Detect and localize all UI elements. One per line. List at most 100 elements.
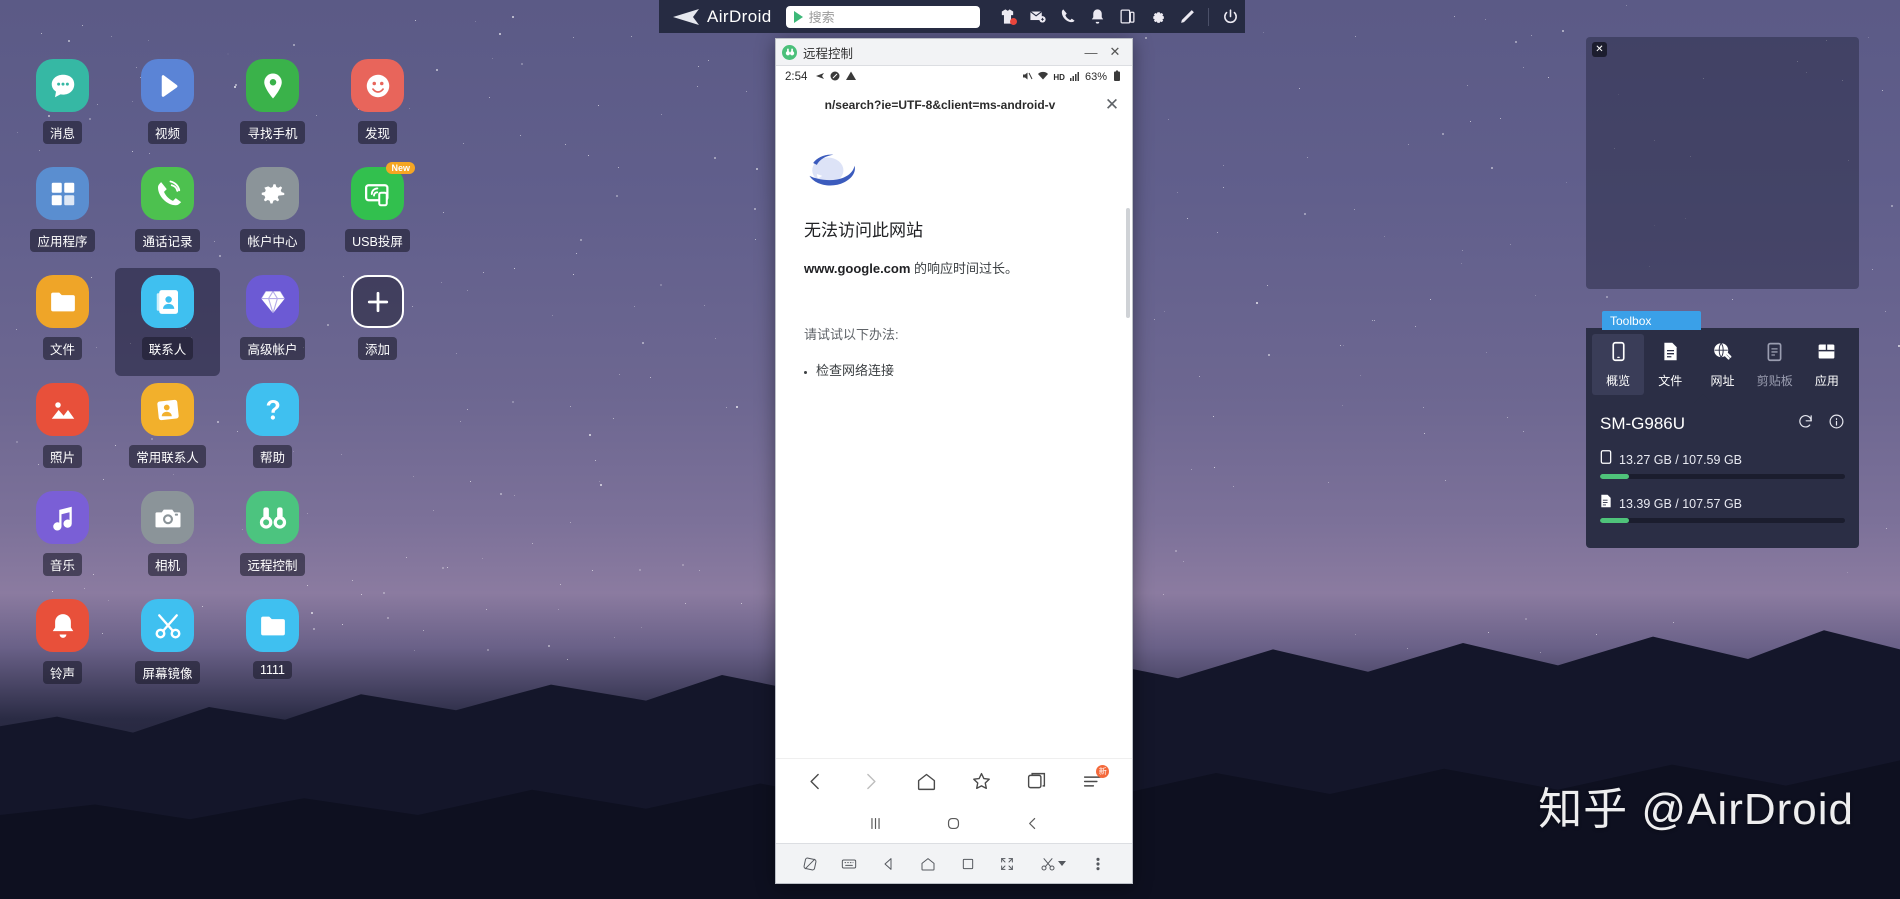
desktop-app-label: 联系人: [142, 337, 194, 360]
phone-outline-icon: [1608, 341, 1629, 367]
desktop-app-7[interactable]: New USB投屏: [325, 160, 430, 268]
location-pin-icon: [246, 59, 299, 112]
menu-icon[interactable]: 新: [1075, 764, 1109, 798]
mail-icon[interactable]: [1022, 0, 1052, 33]
forward-icon[interactable]: [854, 764, 888, 798]
bookmark-icon[interactable]: [965, 764, 999, 798]
desktop-app-1[interactable]: 视频: [115, 52, 220, 160]
photo-icon: [36, 383, 89, 436]
tabs-icon[interactable]: [1020, 764, 1054, 798]
scissors-icon[interactable]: [1034, 851, 1072, 877]
rotate-icon[interactable]: [797, 851, 823, 877]
divider: [1208, 8, 1209, 26]
more-dots-icon[interactable]: [1085, 851, 1111, 877]
desktop-app-label: 帮助: [253, 445, 292, 468]
toolbox-tab-剪贴板[interactable]: 剪贴板: [1749, 334, 1801, 395]
back-chevron-icon[interactable]: [1016, 806, 1050, 840]
recents-icon[interactable]: [858, 806, 892, 840]
refresh-icon[interactable]: [1797, 413, 1814, 435]
desktop-app-5[interactable]: 通话记录: [115, 160, 220, 268]
chevron-down-icon[interactable]: [1058, 861, 1066, 866]
shirt-icon[interactable]: [992, 0, 1022, 33]
gear-icon[interactable]: [1142, 0, 1172, 33]
desktop-app-label: 应用程序: [30, 229, 94, 252]
airdroid-paperplane-icon: [673, 9, 701, 25]
window-title: 远程控制: [803, 43, 853, 62]
info-icon[interactable]: [1828, 413, 1845, 435]
back-icon[interactable]: [799, 764, 833, 798]
close-icon[interactable]: ✕: [1592, 42, 1607, 57]
minimize-button[interactable]: —: [1080, 42, 1102, 62]
desktop-app-label: 远程控制: [240, 553, 304, 576]
remote-control-window: 远程控制 — ✕ 2:54 HD 63% n/search?ie=UTF-8&c…: [775, 38, 1133, 884]
desktop-app-3[interactable]: 发现: [325, 52, 430, 160]
topbar-icons: [992, 0, 1245, 33]
phone-mirror-screen[interactable]: 2:54 HD 63% n/search?ie=UTF-8&client=ms-…: [776, 66, 1132, 843]
watermark: 知乎 @AirDroid: [1538, 773, 1854, 837]
close-button[interactable]: ✕: [1104, 42, 1126, 62]
scissors-icon: [141, 599, 194, 652]
panel-pointer: [1694, 394, 1712, 403]
desktop-app-18[interactable]: 远程控制: [220, 484, 325, 592]
desktop-app-6[interactable]: 帐户中心: [220, 160, 325, 268]
folder-icon: [246, 599, 299, 652]
copy-icon[interactable]: [1112, 0, 1142, 33]
browser-url-bar[interactable]: n/search?ie=UTF-8&client=ms-android-v ✕: [776, 88, 1132, 122]
desktop-app-12[interactable]: 照片: [10, 376, 115, 484]
url-text: n/search?ie=UTF-8&client=ms-android-v: [786, 98, 1094, 112]
mute-icon: [1021, 70, 1033, 85]
desktop-app-label: 文件: [43, 337, 82, 360]
desktop-app-8[interactable]: 文件: [10, 268, 115, 376]
bell-icon[interactable]: [1082, 0, 1112, 33]
toolbox-tab-文件[interactable]: 文件: [1644, 334, 1696, 395]
phone-call-icon: [141, 167, 194, 220]
desktop-app-14[interactable]: 帮助: [220, 376, 325, 484]
diamond-icon: [246, 275, 299, 328]
storage-text: 13.27 GB / 107.59 GB: [1619, 453, 1742, 467]
search-input[interactable]: 搜索: [786, 6, 980, 28]
desktop-app-10[interactable]: 高级帐户: [220, 268, 325, 376]
storage-bar: [1600, 518, 1845, 523]
screen-mirror-preview[interactable]: ✕: [1586, 37, 1859, 289]
fullscreen-icon[interactable]: [994, 851, 1020, 877]
home-circle-icon[interactable]: [937, 806, 971, 840]
desktop-app-2[interactable]: 寻找手机: [220, 52, 325, 160]
desktop-app-label: 添加: [358, 337, 397, 360]
back-triangle-icon[interactable]: [876, 851, 902, 877]
toolbox-tab-应用[interactable]: 应用: [1801, 334, 1853, 395]
storage-bar: [1600, 474, 1845, 479]
desktop-app-21[interactable]: 屏幕镜像: [115, 592, 220, 700]
error-domain: www.google.com: [804, 261, 910, 276]
desktop-app-17[interactable]: 相机: [115, 484, 220, 592]
desktop-app-label: 发现: [358, 121, 397, 144]
phone-storage-icon: [1600, 450, 1612, 469]
toolbox-tab-label[interactable]: Toolbox: [1602, 311, 1701, 330]
close-icon[interactable]: ✕: [1102, 95, 1122, 115]
status-time: 2:54: [785, 71, 807, 83]
contact-book-icon: [141, 275, 194, 328]
home-icon[interactable]: [909, 764, 943, 798]
question-mark-icon: [246, 383, 299, 436]
desktop-app-22[interactable]: 1111: [220, 592, 325, 700]
desktop-app-9[interactable]: 联系人: [115, 268, 220, 376]
broken-globe-icon: [804, 152, 859, 192]
desktop-app-13[interactable]: 常用联系人: [115, 376, 220, 484]
toolbox-tab-网址[interactable]: 网址: [1696, 334, 1748, 395]
desktop-app-0[interactable]: 消息: [10, 52, 115, 160]
binoculars-icon: [246, 491, 299, 544]
desktop-app-16[interactable]: 音乐: [10, 484, 115, 592]
phone-icon[interactable]: [1052, 0, 1082, 33]
desktop-app-11[interactable]: 添加: [325, 268, 430, 376]
square-icon[interactable]: [955, 851, 981, 877]
document-icon: [1660, 341, 1681, 367]
desktop-app-4[interactable]: 应用程序: [10, 160, 115, 268]
power-icon[interactable]: [1215, 0, 1245, 33]
keyboard-icon[interactable]: [836, 851, 862, 877]
toolbox-tab-概览[interactable]: 概览: [1592, 334, 1644, 395]
home-icon[interactable]: [915, 851, 941, 877]
browser-nav-bar: 新: [776, 758, 1132, 803]
pen-icon[interactable]: [1172, 0, 1202, 33]
desktop-app-20[interactable]: 铃声: [10, 592, 115, 700]
scrollbar-thumb[interactable]: [1126, 208, 1130, 318]
plus-icon: [351, 275, 404, 328]
